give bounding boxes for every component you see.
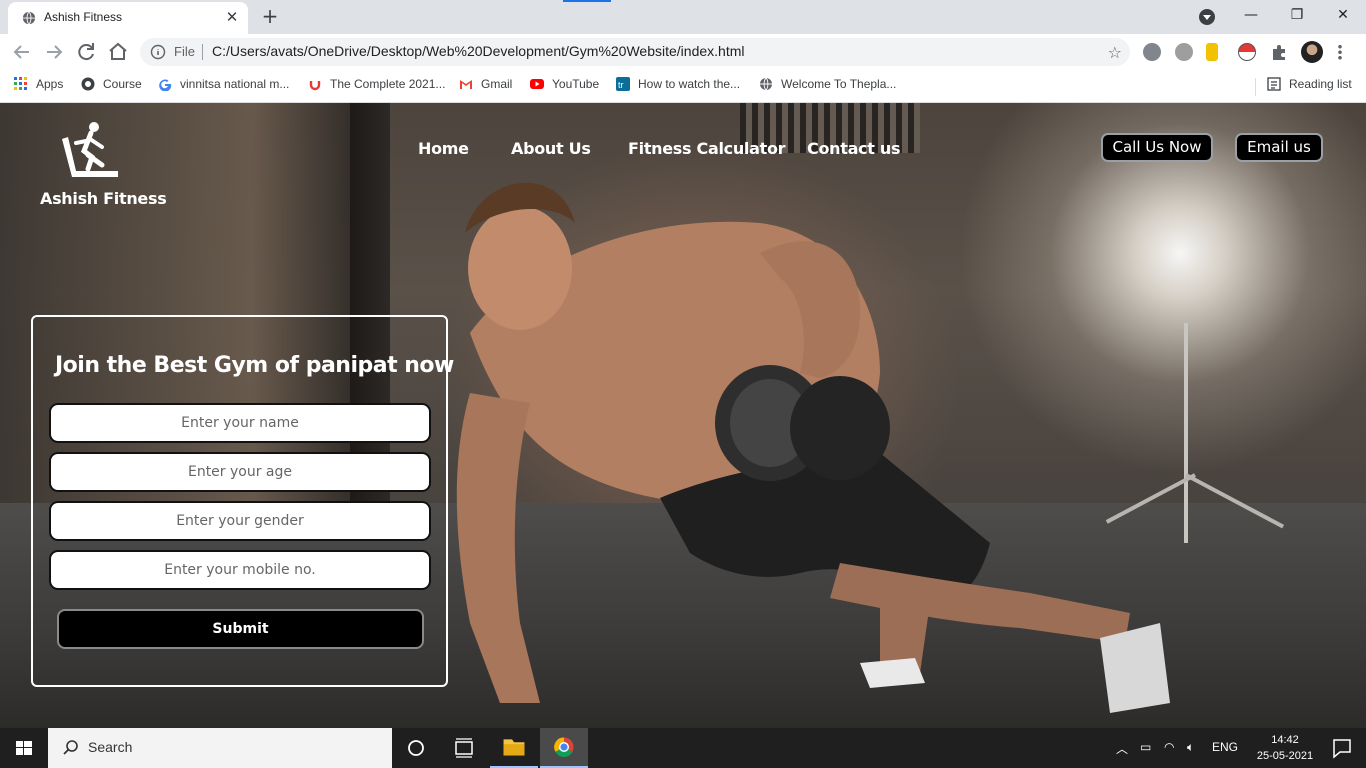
taskbar-search[interactable]: Search [48, 728, 392, 768]
apps-grid-icon [14, 77, 27, 90]
extension-record-icon[interactable] [1143, 43, 1161, 61]
nav-fitness-calculator-link[interactable]: Fitness Calculator [628, 139, 786, 158]
close-window-button[interactable]: ✕ [1320, 0, 1366, 32]
svg-text:tr: tr [618, 80, 624, 90]
bookmarks-bar: Apps Course vinnitsa national m... The C… [0, 70, 1366, 103]
search-icon [63, 740, 78, 755]
extension-bug-icon[interactable] [1175, 43, 1193, 61]
back-arrow-icon[interactable] [10, 40, 34, 64]
reload-icon[interactable] [74, 40, 98, 64]
youtube-icon [530, 79, 544, 89]
profile-avatar[interactable] [1301, 41, 1323, 63]
call-us-now-button[interactable]: Call Us Now [1101, 133, 1213, 162]
bookmark-gmail[interactable]: Gmail [459, 77, 512, 95]
brand-name[interactable]: Ashish Fitness [40, 189, 167, 208]
tab-title: Ashish Fitness [44, 10, 123, 24]
extension-pokeball-icon[interactable] [1238, 43, 1256, 61]
tray-chevron-icon[interactable]: ︿ [1116, 740, 1128, 757]
bookmark-welcome[interactable]: Welcome To Thepla... [759, 77, 896, 95]
clock-time: 14:42 [1271, 734, 1299, 746]
name-input[interactable] [49, 403, 431, 443]
bookmark-vinnitsa[interactable]: vinnitsa national m... [158, 77, 289, 95]
bookmark-label: Apps [36, 77, 64, 91]
join-form: Join the Best Gym of panipat now Submit [31, 315, 454, 687]
submit-button[interactable]: Submit [57, 609, 424, 649]
info-icon[interactable] [150, 44, 166, 60]
google-icon [159, 79, 172, 91]
bookmark-course[interactable]: Course [81, 77, 142, 95]
address-separator [202, 44, 203, 60]
bookmark-label: How to watch the... [638, 77, 741, 91]
maximize-button[interactable]: ❐ [1274, 0, 1320, 32]
wifi-icon[interactable]: ◠ [1164, 740, 1174, 754]
course-icon [81, 77, 95, 91]
bookmark-complete-2021[interactable]: The Complete 2021... [308, 77, 445, 95]
age-input[interactable] [49, 452, 431, 492]
tab-search-icon[interactable] [1199, 9, 1215, 25]
browser-tab-strip: Ashish Fitness ✕ + — ❐ ✕ [0, 0, 1366, 34]
bookmark-label: YouTube [552, 77, 600, 91]
address-bar[interactable]: File C:/Users/avats/OneDrive/Desktop/Web… [140, 38, 1130, 66]
bookmark-apps[interactable]: Apps [14, 77, 63, 95]
clock-date: 25-05-2021 [1256, 750, 1314, 762]
bookmark-star-icon[interactable]: ☆ [1108, 43, 1122, 62]
treadmill-logo-icon[interactable] [58, 121, 120, 183]
nav-contact-us-link[interactable]: Contact us [807, 139, 901, 158]
windows-taskbar: Search ︿ ▭ ◠ 🔈︎ ENG 14:42 25-05-2021 [0, 728, 1366, 768]
cortana-icon[interactable] [392, 728, 440, 768]
search-label: Search [88, 739, 133, 755]
reading-list-icon [1267, 77, 1281, 91]
bookmark-youtube[interactable]: YouTube [530, 77, 599, 95]
notification-icon[interactable] [1318, 728, 1366, 768]
task-view-icon[interactable] [440, 728, 488, 768]
udemy-icon [309, 81, 321, 91]
volume-icon[interactable]: 🔈︎ [1187, 740, 1194, 755]
globe-icon [760, 77, 772, 91]
extensions-puzzle-icon[interactable] [1270, 43, 1288, 61]
chrome-taskbar-icon[interactable] [540, 728, 588, 768]
bookmark-label: Course [103, 77, 142, 91]
bookmark-label: Welcome To Thepla... [781, 77, 897, 91]
nav-home-link[interactable]: Home [418, 139, 469, 158]
reading-list-label: Reading list [1289, 77, 1352, 91]
globe-icon [22, 11, 36, 25]
web-page: Ashish Fitness Home About Us Fitness Cal… [0, 103, 1366, 728]
new-tab-button[interactable]: + [258, 5, 282, 29]
taskbar-clock[interactable]: 14:42 25-05-2021 [1255, 732, 1315, 764]
browser-tab[interactable]: Ashish Fitness ✕ [8, 2, 248, 34]
minimize-button[interactable]: — [1228, 0, 1274, 32]
bookmark-how-to-watch[interactable]: tr How to watch the... [616, 77, 740, 95]
menu-kebab-icon[interactable] [1338, 44, 1342, 60]
form-title: Join the Best Gym of panipat now [55, 353, 454, 378]
tab-close-icon[interactable]: ✕ [223, 8, 241, 26]
screen: Ashish Fitness ✕ + — ❐ ✕ File C:/Users/a… [0, 0, 1366, 768]
battery-icon[interactable]: ▭ [1140, 740, 1151, 754]
trello-icon: tr [616, 77, 630, 91]
address-url[interactable]: C:/Users/avats/OneDrive/Desktop/Web%20De… [212, 43, 744, 59]
email-us-button[interactable]: Email us [1235, 133, 1323, 162]
home-icon[interactable] [106, 40, 130, 64]
browser-toolbar: File C:/Users/avats/OneDrive/Desktop/Web… [0, 34, 1366, 70]
bookmark-label: Gmail [481, 77, 513, 91]
nav-about-us-link[interactable]: About Us [511, 139, 591, 158]
mobile-input[interactable] [49, 550, 431, 590]
windows-start-icon[interactable] [0, 728, 48, 768]
forward-arrow-icon[interactable] [42, 40, 66, 64]
bookmark-label: vinnitsa national m... [180, 77, 290, 91]
bookmark-label: The Complete 2021... [330, 77, 446, 91]
address-scheme: File [174, 44, 195, 59]
gmail-icon [460, 80, 472, 89]
bookmarks-divider [1255, 78, 1256, 96]
extension-yellow-icon[interactable] [1206, 43, 1218, 61]
gender-input[interactable] [49, 501, 431, 541]
language-indicator[interactable]: ENG [1212, 740, 1238, 754]
tab-loading-indicator [563, 0, 611, 2]
file-explorer-icon[interactable] [490, 728, 538, 768]
reading-list-button[interactable]: Reading list [1267, 77, 1352, 95]
